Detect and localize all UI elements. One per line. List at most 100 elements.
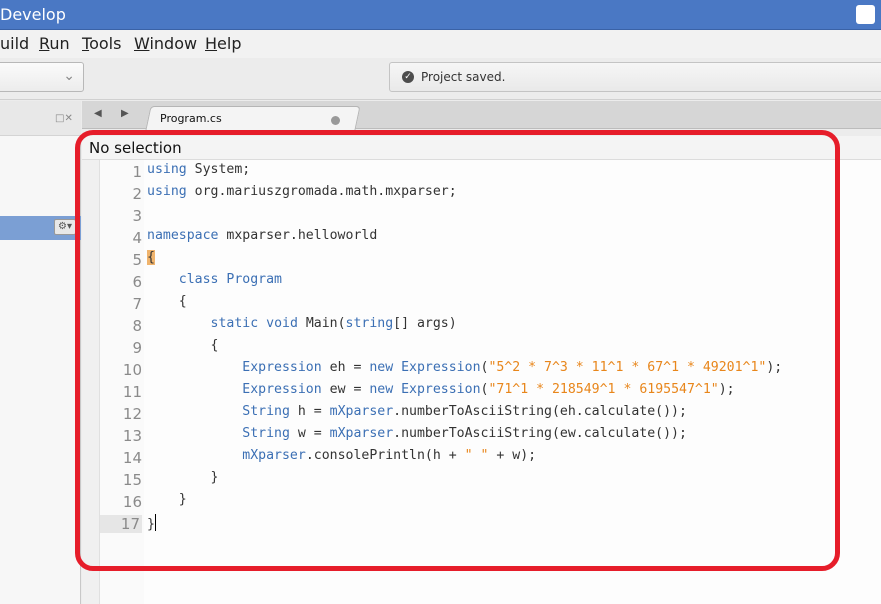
line-number: 9 bbox=[132, 339, 142, 357]
code-token: + w); bbox=[488, 448, 537, 463]
code-token: ); bbox=[766, 360, 783, 375]
code-token: mXparser bbox=[242, 448, 306, 463]
code-token: String bbox=[242, 404, 290, 419]
gear-icon[interactable]: ⚙▾ bbox=[54, 219, 76, 235]
code-token: [] args) bbox=[393, 316, 457, 331]
code-line: mXparser.consolePrintln(h + " " + w); bbox=[147, 448, 536, 463]
window-titlebar: Develop bbox=[0, 0, 881, 30]
code-token: String bbox=[242, 426, 290, 441]
code-token: Expression bbox=[401, 360, 481, 375]
code-line: { bbox=[147, 338, 219, 353]
line-number-current: 17 bbox=[100, 515, 142, 533]
line-number: 5 bbox=[132, 251, 142, 269]
code-token: org.mariuszgromada.math.mxparser; bbox=[186, 184, 457, 199]
menubar: uild Run Tools Window Help bbox=[0, 30, 881, 58]
line-number: 7 bbox=[132, 295, 142, 313]
tab-label: Program.cs bbox=[160, 112, 222, 125]
chevron-down-icon: ⌄ bbox=[63, 68, 75, 84]
menu-tools-label: ools bbox=[89, 34, 122, 53]
code-line: Expression eh = new Expression("5^2 * 7^… bbox=[147, 360, 782, 375]
code-token: namespace bbox=[147, 228, 219, 243]
code-token: void bbox=[266, 316, 298, 331]
solution-pad: □✕ ⚙▾ bbox=[0, 101, 81, 604]
code-token: using bbox=[147, 162, 187, 177]
code-token: } bbox=[178, 492, 187, 507]
menu-run-label: un bbox=[49, 34, 70, 53]
line-number: 11 bbox=[122, 383, 142, 401]
code-line: { bbox=[147, 250, 155, 265]
menu-tools-mnemonic: T bbox=[82, 34, 90, 53]
code-token: Expression bbox=[242, 360, 322, 375]
menu-tools[interactable]: Tools bbox=[82, 34, 121, 53]
menu-window-label: indow bbox=[149, 34, 198, 53]
code-token: mXparser bbox=[329, 426, 394, 441]
line-number: 12 bbox=[122, 405, 142, 423]
menu-window[interactable]: Window bbox=[134, 34, 197, 53]
code-token: new bbox=[369, 382, 394, 397]
code-line: String h = mXparser.numberToAsciiString(… bbox=[147, 404, 687, 419]
menu-window-mnemonic: W bbox=[134, 34, 150, 53]
line-number: 16 bbox=[122, 493, 142, 511]
tab-scroll-left-icon[interactable]: ◀ bbox=[94, 108, 102, 119]
code-token: class bbox=[178, 272, 219, 287]
line-number-gutter bbox=[100, 160, 144, 604]
line-number: 3 bbox=[132, 207, 142, 225]
code-line: Expression ew = new Expression("71^1 * 2… bbox=[147, 382, 735, 397]
code-line: class Program bbox=[147, 272, 282, 287]
menu-help-label: elp bbox=[217, 34, 242, 53]
code-line: String w = mXparser.numberToAsciiString(… bbox=[147, 426, 687, 441]
menu-help[interactable]: Help bbox=[205, 34, 241, 53]
pad-header: □✕ bbox=[0, 101, 81, 136]
line-number: 1 bbox=[132, 163, 142, 181]
line-number: 8 bbox=[132, 317, 142, 335]
code-line: { bbox=[147, 294, 187, 309]
menu-help-mnemonic: H bbox=[205, 34, 218, 53]
tab-close-icon[interactable] bbox=[331, 116, 340, 125]
menu-run[interactable]: Run bbox=[39, 34, 70, 53]
matched-brace: { bbox=[147, 250, 155, 265]
code-line: namespace mxparser.helloworld bbox=[147, 228, 377, 243]
code-token: } bbox=[210, 470, 219, 485]
code-token: ew = bbox=[321, 382, 370, 397]
code-line: } bbox=[147, 492, 187, 507]
configuration-combo[interactable]: ⌄ bbox=[0, 62, 84, 92]
line-number: 4 bbox=[132, 229, 142, 247]
code-token: Program bbox=[226, 272, 282, 287]
menu-run-mnemonic: R bbox=[39, 34, 50, 53]
code-line: } bbox=[147, 470, 219, 485]
line-number: 15 bbox=[122, 471, 142, 489]
code-token: w = bbox=[289, 426, 330, 441]
window-button[interactable] bbox=[856, 5, 875, 24]
code-token: Expression bbox=[401, 382, 481, 397]
menu-build-label: uild bbox=[0, 34, 30, 53]
check-circle-icon: ✓ bbox=[402, 71, 414, 83]
code-token: using bbox=[147, 184, 187, 199]
code-line: using org.mariuszgromada.math.mxparser; bbox=[147, 184, 457, 199]
pad-close-icon[interactable]: □✕ bbox=[55, 113, 73, 124]
editor-margin bbox=[82, 160, 100, 604]
line-number: 6 bbox=[132, 273, 142, 291]
code-token: } bbox=[147, 517, 155, 532]
code-token: { bbox=[178, 294, 187, 309]
tab-scroll-right-icon[interactable]: ▶ bbox=[121, 108, 129, 119]
code-token: .numberToAsciiString(ew.calculate()); bbox=[393, 426, 687, 441]
code-token: ); bbox=[718, 382, 735, 397]
code-token: string bbox=[345, 316, 394, 331]
status-area: ✓ Project saved. bbox=[389, 62, 881, 92]
selection-status: No selection bbox=[89, 139, 182, 157]
code-token: eh = bbox=[321, 360, 370, 375]
code-token: .numberToAsciiString(eh.calculate()); bbox=[393, 404, 687, 419]
line-number: 14 bbox=[122, 449, 142, 467]
code-token: System; bbox=[186, 162, 251, 177]
code-token: { bbox=[210, 338, 219, 353]
code-token: Expression bbox=[242, 382, 322, 397]
code-editor[interactable]: No selection 1 2 3 4 5 6 7 8 9 10 11 12 … bbox=[82, 136, 881, 604]
code-token: h = bbox=[289, 404, 330, 419]
code-token: "71^1 * 218549^1 * 6195547^1" bbox=[488, 382, 719, 397]
code-token: static bbox=[210, 316, 259, 331]
menu-build[interactable]: uild bbox=[0, 34, 29, 53]
code-token: "5^2 * 7^3 * 11^1 * 67^1 * 49201^1" bbox=[488, 360, 767, 375]
toolbar: ⌄ ✓ Project saved. bbox=[0, 58, 881, 100]
code-line: } bbox=[147, 514, 156, 532]
code-line: using System; bbox=[147, 162, 250, 177]
